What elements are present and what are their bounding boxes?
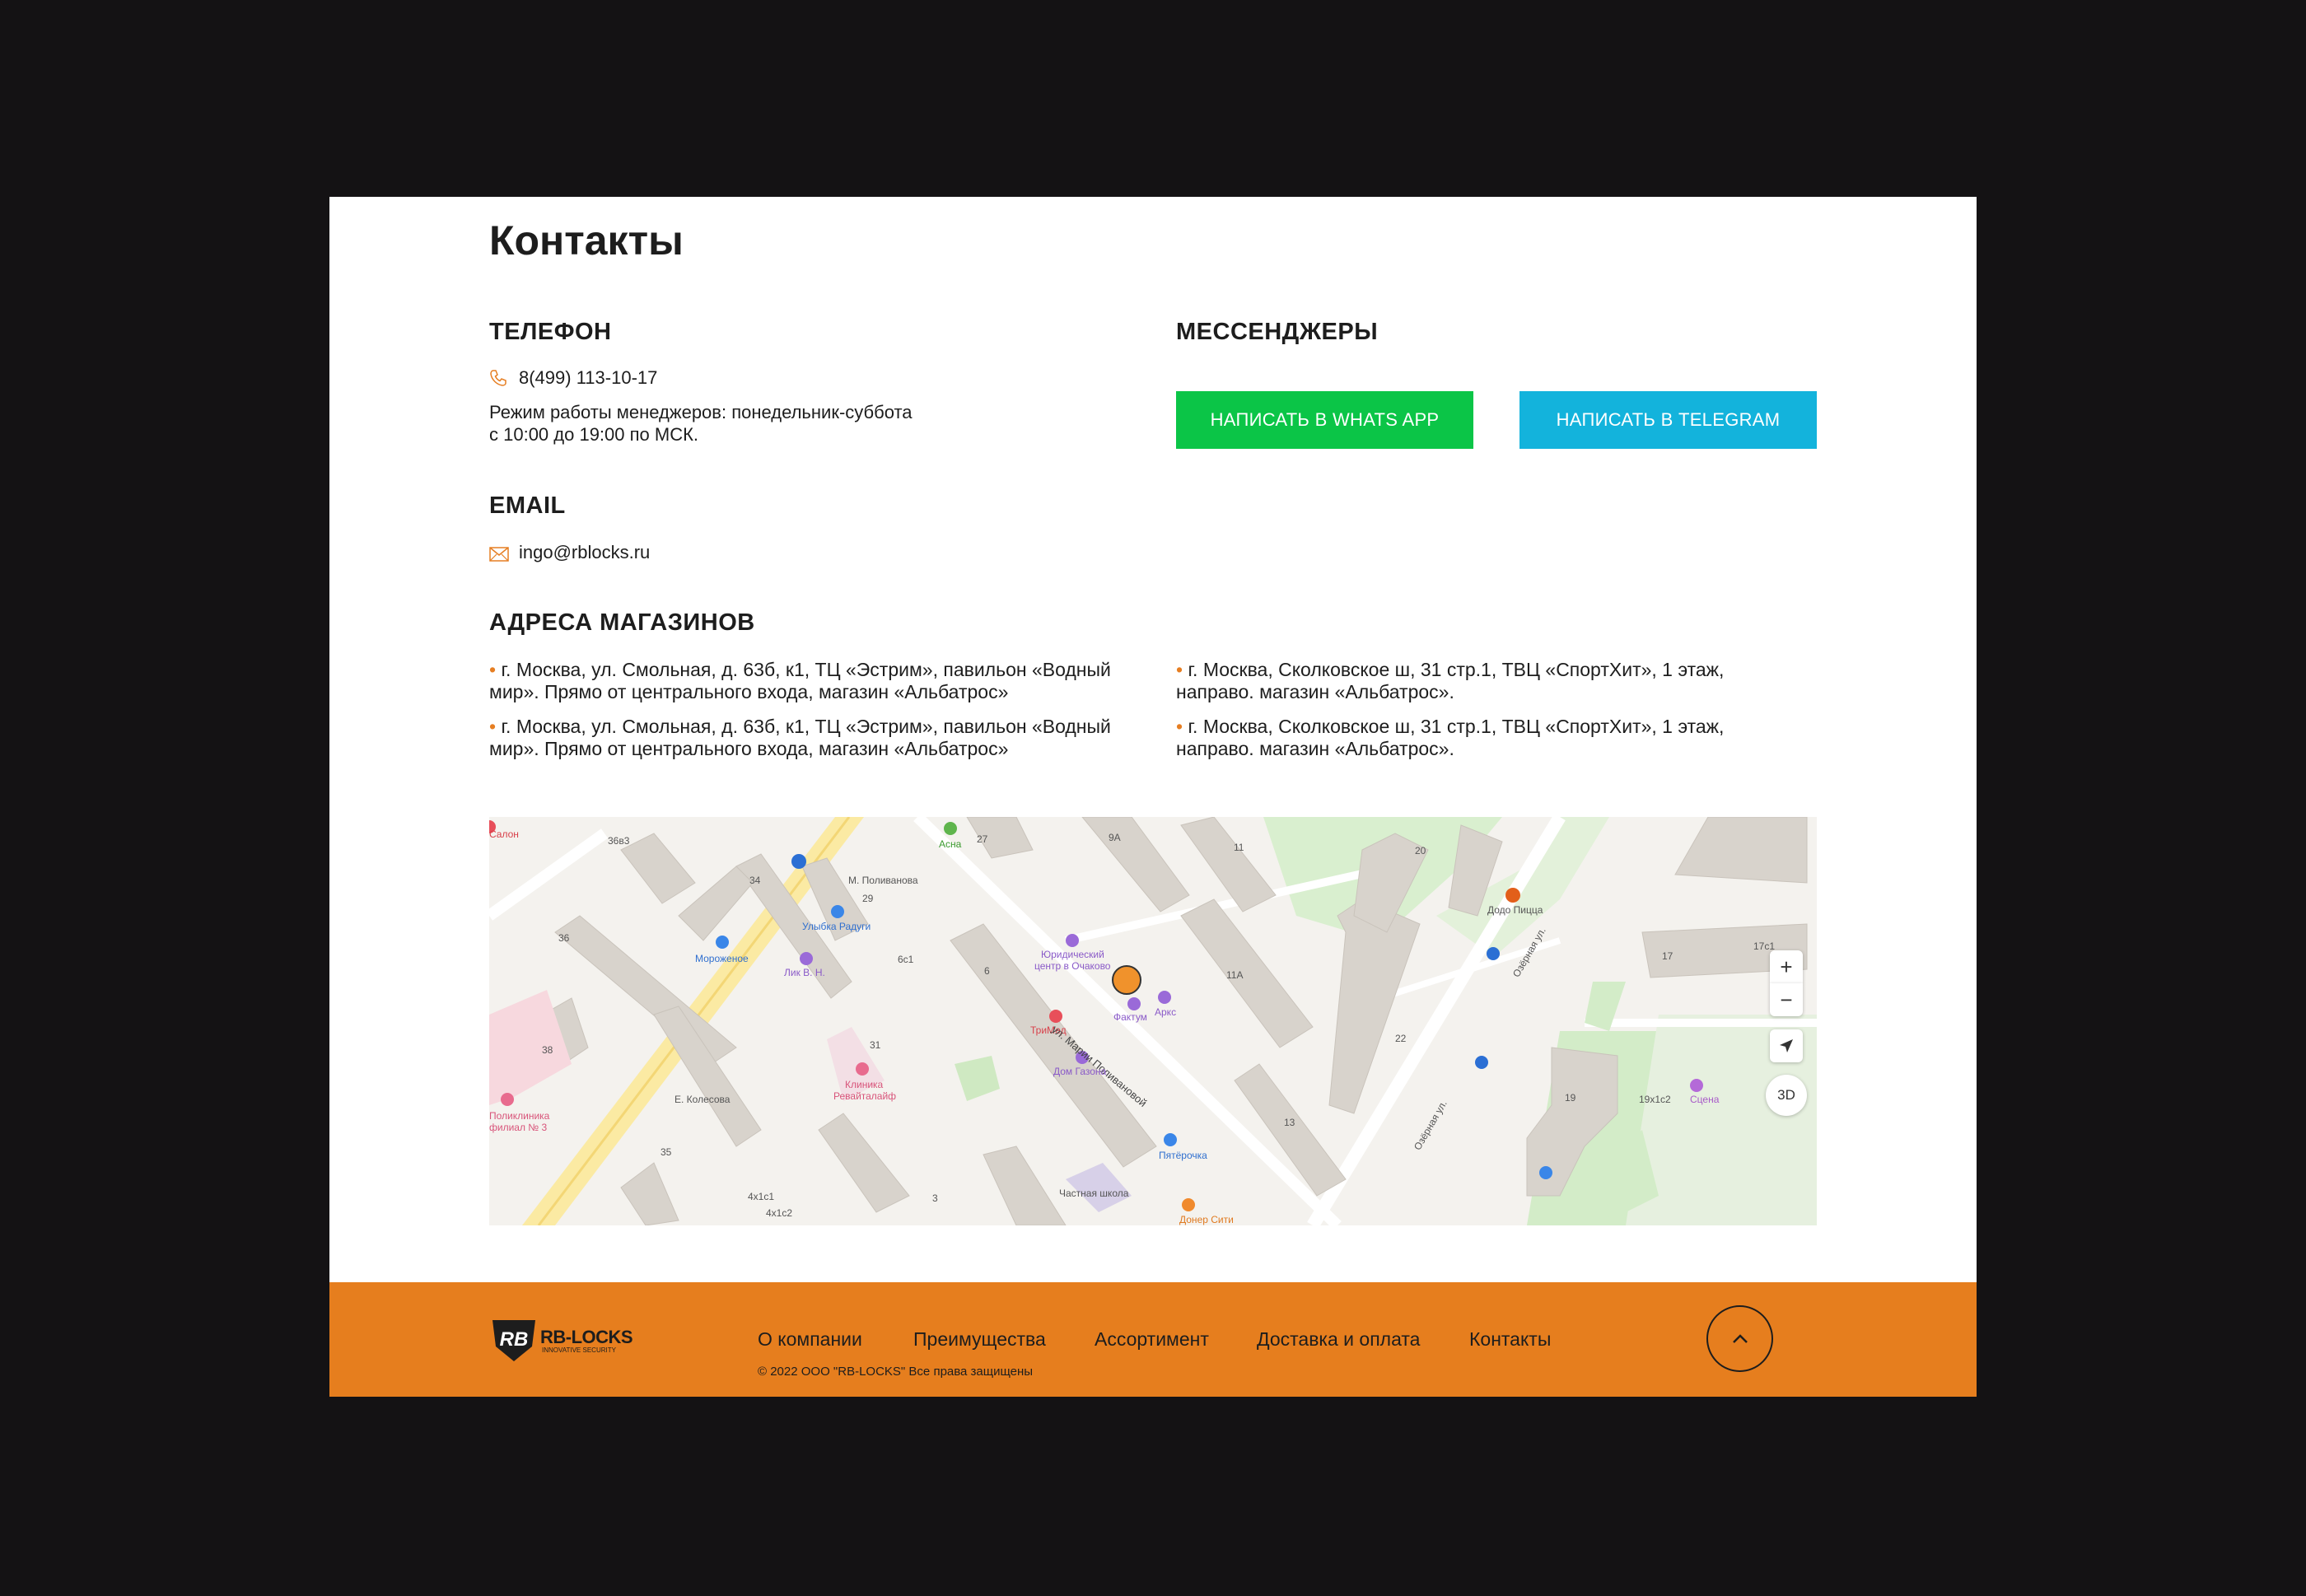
phone-number-link[interactable]: 8(499) 113-10-17 bbox=[519, 366, 657, 389]
map-label: Салон bbox=[489, 828, 519, 840]
rb-shield-logo-icon: RB bbox=[492, 1320, 535, 1361]
footer-nav-assortment[interactable]: Ассортимент bbox=[1095, 1328, 1209, 1351]
map-label: Фактум bbox=[1113, 1011, 1147, 1023]
store-address-3-line1: г. Москва, ул. Смольная, д. 63б, к1, ТЦ … bbox=[501, 716, 1111, 737]
map-label: 4х1с2 bbox=[766, 1207, 793, 1219]
geolocation-button[interactable] bbox=[1770, 1029, 1803, 1062]
map-label: центр в Очаково bbox=[1034, 960, 1111, 972]
map-label: Клиника bbox=[845, 1079, 884, 1090]
map-label: 19х1с2 bbox=[1639, 1094, 1671, 1105]
bullet-dot: • bbox=[1176, 716, 1188, 737]
store-address-2-line1: г. Москва, Сколковское ш, 31 стр.1, ТВЦ … bbox=[1188, 659, 1725, 680]
bullet-dot: • bbox=[489, 716, 502, 737]
logo-subtext: INNOVATIVE SECURITY bbox=[542, 1346, 616, 1354]
store-map[interactable]: Асна М. Поливанова Улыбка Радуги Морожен… bbox=[489, 817, 1817, 1225]
map-label: 29 bbox=[862, 893, 874, 904]
zoom-in-button[interactable]: + bbox=[1770, 950, 1803, 983]
map-label: Е. Колесова bbox=[675, 1094, 731, 1105]
phone-heading: ТЕЛЕФОН bbox=[489, 319, 612, 345]
map-label: Улыбка Радуги bbox=[802, 921, 871, 932]
map-label: М. Поливанова bbox=[848, 875, 918, 886]
map-label: 34 bbox=[749, 875, 761, 886]
map-label: 31 bbox=[870, 1039, 881, 1051]
map-label: 22 bbox=[1395, 1033, 1407, 1044]
store-address-4: • г. Москва, Сколковское ш, 31 стр.1, ТВ… bbox=[1176, 716, 1802, 760]
map-label: 11 bbox=[1234, 842, 1244, 853]
store-address-1-line1: г. Москва, ул. Смольная, д. 63б, к1, ТЦ … bbox=[501, 659, 1111, 680]
map-label: 38 bbox=[542, 1044, 553, 1056]
map-label: 19 bbox=[1565, 1092, 1576, 1104]
store-address-3: • г. Москва, ул. Смольная, д. 63б, к1, Т… bbox=[489, 716, 1115, 760]
telegram-button[interactable]: НАПИСАТЬ В TELEGRAM bbox=[1519, 391, 1817, 449]
map-label: 13 bbox=[1284, 1117, 1295, 1128]
phone-icon bbox=[489, 369, 507, 391]
map-label: 36в3 bbox=[608, 835, 630, 847]
scroll-to-top-button[interactable] bbox=[1706, 1305, 1773, 1372]
working-hours-line2: с 10:00 до 19:00 по МСК. bbox=[489, 424, 699, 445]
footer-nav-about[interactable]: О компании bbox=[758, 1328, 862, 1351]
zoom-out-button[interactable]: − bbox=[1770, 983, 1803, 1016]
map-label: 17 bbox=[1662, 950, 1673, 962]
map-label: Частная школа bbox=[1059, 1188, 1129, 1199]
map-label: 36 bbox=[558, 932, 570, 944]
messengers-heading: МЕССЕНДЖЕРЫ bbox=[1176, 319, 1379, 345]
map-label: Асна bbox=[939, 838, 962, 850]
footer-logo[interactable]: RB RB-LOCKS INNOVATIVE SECURITY bbox=[489, 1318, 633, 1367]
location-arrow-icon bbox=[1780, 1039, 1793, 1052]
map-label: 11А bbox=[1226, 969, 1244, 981]
email-link[interactable]: ingo@rblocks.ru bbox=[519, 541, 650, 563]
mail-icon bbox=[489, 547, 509, 566]
store-address-3-line2: мир». Прямо от центрального входа, магаз… bbox=[489, 738, 1009, 759]
map-label: 9А bbox=[1109, 832, 1121, 843]
footer-nav-advantages[interactable]: Преимущества bbox=[913, 1328, 1046, 1351]
map-canvas bbox=[489, 817, 1817, 1225]
map-label: Сцена bbox=[1690, 1094, 1720, 1105]
stores-heading: АДРЕСА МАГАЗИНОВ bbox=[489, 609, 755, 636]
footer: RB RB-LOCKS INNOVATIVE SECURITY О компан… bbox=[329, 1282, 1977, 1397]
store-address-4-line1: г. Москва, Сколковское ш, 31 стр.1, ТВЦ … bbox=[1188, 716, 1725, 737]
page: Контакты ТЕЛЕФОН 8(499) 113-10-17 Режим … bbox=[329, 197, 1977, 1397]
copyright: © 2022 ООО "RB-LOCKS" Все права защищены bbox=[758, 1365, 1034, 1379]
map-label: Пятёрочка bbox=[1159, 1150, 1207, 1161]
map-label: Юридический bbox=[1041, 949, 1104, 960]
map-label: 3 bbox=[932, 1192, 938, 1204]
page-title: Контакты bbox=[489, 217, 684, 264]
3d-mode-button[interactable]: 3D bbox=[1766, 1075, 1807, 1116]
store-location-marker bbox=[1112, 965, 1141, 995]
map-label: филиал № 3 bbox=[489, 1122, 548, 1133]
whatsapp-button[interactable]: НАПИСАТЬ В WHATS APP bbox=[1176, 391, 1473, 449]
map-label: Ревайталайф bbox=[833, 1090, 897, 1102]
map-label: Дом Газона bbox=[1053, 1066, 1107, 1077]
footer-nav-contacts[interactable]: Контакты bbox=[1469, 1328, 1551, 1351]
map-label: 6с1 bbox=[898, 954, 914, 965]
svg-text:RB: RB bbox=[500, 1328, 529, 1351]
map-label: 6 bbox=[984, 965, 990, 977]
footer-nav-delivery[interactable]: Доставка и оплата bbox=[1257, 1328, 1420, 1351]
working-hours-line1: Режим работы менеджеров: понедельник-суб… bbox=[489, 402, 913, 422]
store-address-2-line2: направо. магазин «Альбатрос». bbox=[1176, 681, 1454, 702]
map-label: 27 bbox=[977, 833, 988, 845]
map-label: Донер Сити bbox=[1179, 1214, 1234, 1225]
bullet-dot: • bbox=[1176, 659, 1188, 680]
bullet-dot: • bbox=[489, 659, 502, 680]
map-label: 4х1с1 bbox=[748, 1191, 775, 1202]
map-label: Мороженое bbox=[695, 953, 749, 964]
email-heading: EMAIL bbox=[489, 492, 566, 519]
map-label: Додо Пицца bbox=[1487, 904, 1543, 916]
map-label: 20 bbox=[1415, 845, 1426, 856]
map-label: 35 bbox=[661, 1146, 672, 1158]
logo-text: RB-LOCKS bbox=[540, 1327, 633, 1347]
store-address-1: • г. Москва, ул. Смольная, д. 63б, к1, Т… bbox=[489, 659, 1115, 703]
store-address-2: • г. Москва, Сколковское ш, 31 стр.1, ТВ… bbox=[1176, 659, 1802, 703]
store-address-1-line2: мир». Прямо от центрального входа, магаз… bbox=[489, 681, 1009, 702]
map-label: Поликлиника bbox=[489, 1110, 550, 1122]
arrow-up-icon bbox=[1732, 1333, 1748, 1343]
store-address-4-line2: направо. магазин «Альбатрос». bbox=[1176, 738, 1454, 759]
map-label: Аркс bbox=[1155, 1006, 1177, 1018]
map-label: Лик В. Н. bbox=[784, 967, 825, 978]
